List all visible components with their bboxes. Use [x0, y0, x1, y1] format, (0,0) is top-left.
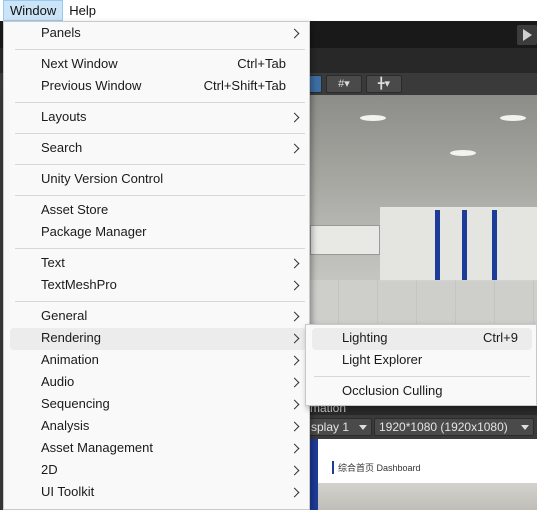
menu-item-analysis[interactable]: Analysis [10, 416, 306, 438]
menu-item-rendering[interactable]: Rendering [10, 328, 306, 350]
chevron-right-icon [289, 143, 300, 154]
scene-pillar [462, 210, 467, 280]
menu-item-label: 2D [41, 462, 58, 477]
menu-item-panels[interactable]: Panels [10, 23, 306, 45]
menu-item-label: Panels [41, 25, 81, 40]
menu-bar: Window Help [0, 0, 537, 21]
menu-item-next-window[interactable]: Next Window Ctrl+Tab [10, 54, 306, 76]
menu-item-animation[interactable]: Animation [10, 350, 306, 372]
window-dropdown-menu: Panels Next Window Ctrl+Tab Previous Win… [3, 21, 310, 510]
chevron-right-icon [289, 112, 300, 123]
menu-item-label: General [41, 308, 88, 323]
menu-separator [15, 102, 305, 103]
game-toolbar: splay 1 1920*1080 (1920x1080) [300, 415, 537, 439]
menu-item-label: Next Window [41, 56, 118, 71]
chevron-right-icon [289, 399, 300, 410]
shortcut-label: Ctrl+Tab [237, 56, 286, 71]
menu-item-search[interactable]: Search [10, 138, 306, 160]
chevron-right-icon [289, 333, 300, 344]
menu-item-general[interactable]: General [10, 306, 306, 328]
menu-item-label: Lighting [342, 330, 388, 345]
menu-item-label: Sequencing [41, 396, 110, 411]
shortcut-label: Ctrl+Shift+Tab [203, 78, 286, 93]
menu-item-lighting[interactable]: Lighting Ctrl+9 [312, 328, 532, 350]
scene-wall [380, 207, 537, 282]
grid-snap-dropdown[interactable]: #▾ [326, 75, 362, 93]
play-button[interactable] [517, 25, 537, 45]
menu-separator [15, 195, 305, 196]
display-dropdown[interactable]: splay 1 [306, 418, 372, 436]
menu-item-package-manager[interactable]: Package Manager [10, 222, 306, 244]
chevron-right-icon [289, 28, 300, 39]
menu-item-asset-store[interactable]: Asset Store [10, 200, 306, 222]
game-scene-preview [318, 483, 537, 510]
game-view: 综合首页 Dashboard [300, 439, 537, 510]
menu-item-audio[interactable]: Audio [10, 372, 306, 394]
menu-item-previous-window[interactable]: Previous Window Ctrl+Shift+Tab [10, 76, 306, 98]
menu-item-label: Asset Management [41, 440, 154, 455]
menu-item-sequencing[interactable]: Sequencing [10, 394, 306, 416]
chevron-right-icon [289, 487, 300, 498]
chevron-right-icon [289, 377, 300, 388]
menu-item-text[interactable]: Text [10, 253, 306, 275]
ceiling-light [500, 115, 526, 121]
menu-item-label: Audio [41, 374, 75, 389]
menu-item-label: Animation [41, 352, 99, 367]
menu-separator [15, 164, 305, 165]
ceiling-light [360, 115, 386, 121]
scene-desk [310, 225, 380, 255]
ruler-icon: ╋▾ [377, 78, 391, 90]
menu-item-label: Occlusion Culling [342, 383, 443, 398]
menu-window[interactable]: Window [3, 0, 64, 21]
menu-item-label: Search [41, 140, 83, 155]
menu-item-label: Light Explorer [342, 352, 423, 367]
menu-item-label: Rendering [41, 330, 101, 345]
menu-item-label: Previous Window [41, 78, 142, 93]
resolution-value: 1920*1080 (1920x1080) [379, 420, 508, 434]
rendering-submenu: Lighting Ctrl+9 Light Explorer Occlusion… [305, 324, 537, 406]
menu-item-unity-version-control[interactable]: Unity Version Control [10, 169, 306, 191]
menu-item-label: Unity Version Control [41, 171, 164, 186]
menu-item-label: TextMeshPro [41, 277, 117, 292]
increment-snap-dropdown[interactable]: ╋▾ [366, 75, 402, 93]
menu-item-asset-management[interactable]: Asset Management [10, 438, 306, 460]
menu-separator [15, 248, 305, 249]
menu-separator [15, 133, 305, 134]
chevron-down-icon [359, 425, 367, 430]
menu-item-layouts[interactable]: Layouts [10, 107, 306, 129]
menu-help[interactable]: Help [63, 0, 102, 21]
shortcut-label: Ctrl+9 [482, 330, 518, 345]
scene-pillar [492, 210, 497, 280]
menu-separator [15, 301, 305, 302]
menu-item-occlusion-culling[interactable]: Occlusion Culling [312, 381, 532, 403]
menu-item-label: Layouts [41, 109, 87, 124]
grid-icon: #▾ [338, 78, 350, 90]
chevron-right-icon [289, 311, 300, 322]
chevron-right-icon [289, 258, 300, 269]
game-dashboard-title: 综合首页 Dashboard [332, 461, 421, 474]
menu-item-label: UI Toolkit [41, 484, 95, 499]
menu-item-label: Text [41, 255, 65, 270]
menu-item-label: Package Manager [41, 224, 147, 239]
chevron-right-icon [289, 443, 300, 454]
chevron-right-icon [289, 355, 300, 366]
menu-item-textmeshpro[interactable]: TextMeshPro [10, 275, 306, 297]
chevron-right-icon [289, 280, 300, 291]
menu-item-label: Asset Store [41, 202, 109, 217]
display-value: splay 1 [311, 420, 350, 434]
menu-item-label: Analysis [41, 418, 90, 433]
chevron-right-icon [289, 421, 300, 432]
menu-item-light-explorer[interactable]: Light Explorer [312, 350, 532, 372]
menu-item-2d[interactable]: 2D [10, 460, 306, 482]
menu-item-ui-toolkit[interactable]: UI Toolkit [10, 482, 306, 504]
menu-separator [15, 49, 305, 50]
ceiling-light [450, 150, 476, 156]
scene-pillar [435, 210, 440, 280]
chevron-right-icon [289, 465, 300, 476]
chevron-down-icon [521, 425, 529, 430]
menu-separator [314, 376, 530, 377]
resolution-dropdown[interactable]: 1920*1080 (1920x1080) [374, 418, 534, 436]
